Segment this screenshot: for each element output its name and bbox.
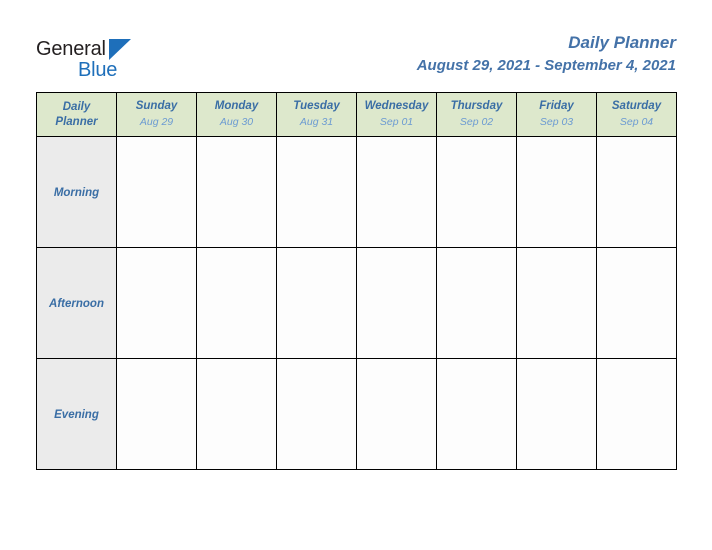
row-label-text: Morning bbox=[53, 187, 100, 199]
planner-cell-evening-thursday[interactable] bbox=[436, 358, 517, 470]
day-date: Sep 03 bbox=[539, 116, 574, 128]
planner-cell-afternoon-wednesday[interactable] bbox=[356, 247, 437, 359]
planner-cell-morning-thursday[interactable] bbox=[436, 136, 517, 248]
day-date: Aug 31 bbox=[299, 116, 334, 128]
day-date: Sep 02 bbox=[459, 116, 494, 128]
day-name: Tuesday bbox=[293, 100, 340, 112]
planner-cell-morning-wednesday[interactable] bbox=[356, 136, 437, 248]
day-header-saturday: Saturday Sep 04 bbox=[596, 92, 677, 137]
planner-cell-morning-monday[interactable] bbox=[196, 136, 277, 248]
planner-cell-morning-saturday[interactable] bbox=[596, 136, 677, 248]
day-header-tuesday: Tuesday Aug 31 bbox=[276, 92, 357, 137]
header-row: Daily Planner Sunday Aug 29 Monday Aug 3… bbox=[36, 92, 677, 137]
day-date: Sep 01 bbox=[379, 116, 414, 128]
planner-cell-evening-monday[interactable] bbox=[196, 358, 277, 470]
planner-cell-afternoon-saturday[interactable] bbox=[596, 247, 677, 359]
planner-cell-morning-friday[interactable] bbox=[516, 136, 597, 248]
day-name: Wednesday bbox=[364, 100, 429, 112]
day-name: Thursday bbox=[450, 100, 503, 112]
brand-logo: General Blue bbox=[36, 38, 256, 84]
planner-cell-morning-tuesday[interactable] bbox=[276, 136, 357, 248]
day-name: Sunday bbox=[135, 100, 178, 112]
day-date: Sep 04 bbox=[619, 116, 654, 128]
planner-cell-evening-saturday[interactable] bbox=[596, 358, 677, 470]
corner-label-line1: Daily bbox=[62, 100, 91, 113]
day-header-friday: Friday Sep 03 bbox=[516, 92, 597, 137]
day-header-sunday: Sunday Aug 29 bbox=[116, 92, 197, 137]
planner-cell-afternoon-friday[interactable] bbox=[516, 247, 597, 359]
table-body: Morning Afternoon Evening bbox=[36, 136, 677, 470]
planner-cell-afternoon-tuesday[interactable] bbox=[276, 247, 357, 359]
brand-name-blue: Blue bbox=[78, 59, 118, 81]
row-label-evening: Evening bbox=[36, 358, 117, 470]
planner-cell-afternoon-thursday[interactable] bbox=[436, 247, 517, 359]
planner-cell-evening-wednesday[interactable] bbox=[356, 358, 437, 470]
row-label-afternoon: Afternoon bbox=[36, 247, 117, 359]
row-label-morning: Morning bbox=[36, 136, 117, 248]
day-header-thursday: Thursday Sep 02 bbox=[436, 92, 517, 137]
day-name: Friday bbox=[539, 100, 574, 112]
planner-cell-evening-tuesday[interactable] bbox=[276, 358, 357, 470]
corner-header-cell: Daily Planner bbox=[36, 92, 117, 137]
brand-name-general: General bbox=[36, 38, 106, 60]
planner-cell-morning-sunday[interactable] bbox=[116, 136, 197, 248]
page-header: General Blue Daily Planner August 29, 20… bbox=[0, 0, 712, 92]
daily-planner-table: Daily Planner Sunday Aug 29 Monday Aug 3… bbox=[36, 92, 677, 470]
title-block: Daily Planner August 29, 2021 - Septembe… bbox=[417, 32, 676, 76]
day-date: Aug 29 bbox=[139, 116, 174, 128]
planner-cell-afternoon-sunday[interactable] bbox=[116, 247, 197, 359]
day-name: Monday bbox=[214, 100, 259, 112]
table-row-afternoon: Afternoon bbox=[36, 247, 677, 359]
table-header: Daily Planner Sunday Aug 29 Monday Aug 3… bbox=[36, 92, 677, 137]
day-name: Saturday bbox=[611, 100, 662, 112]
table-row-evening: Evening bbox=[36, 358, 677, 470]
day-header-monday: Monday Aug 30 bbox=[196, 92, 277, 137]
row-label-text: Evening bbox=[54, 409, 99, 421]
table-row-morning: Morning bbox=[36, 136, 677, 248]
page-title: Daily Planner bbox=[568, 33, 676, 52]
row-label-text: Afternoon bbox=[49, 298, 104, 310]
day-header-wednesday: Wednesday Sep 01 bbox=[356, 92, 437, 137]
day-date: Aug 30 bbox=[219, 116, 254, 128]
planner-cell-evening-sunday[interactable] bbox=[116, 358, 197, 470]
date-range-subtitle: August 29, 2021 - September 4, 2021 bbox=[416, 57, 676, 74]
planner-cell-evening-friday[interactable] bbox=[516, 358, 597, 470]
planner-cell-afternoon-monday[interactable] bbox=[196, 247, 277, 359]
corner-label-line2: Planner bbox=[55, 115, 98, 128]
triangle-icon bbox=[109, 39, 131, 60]
